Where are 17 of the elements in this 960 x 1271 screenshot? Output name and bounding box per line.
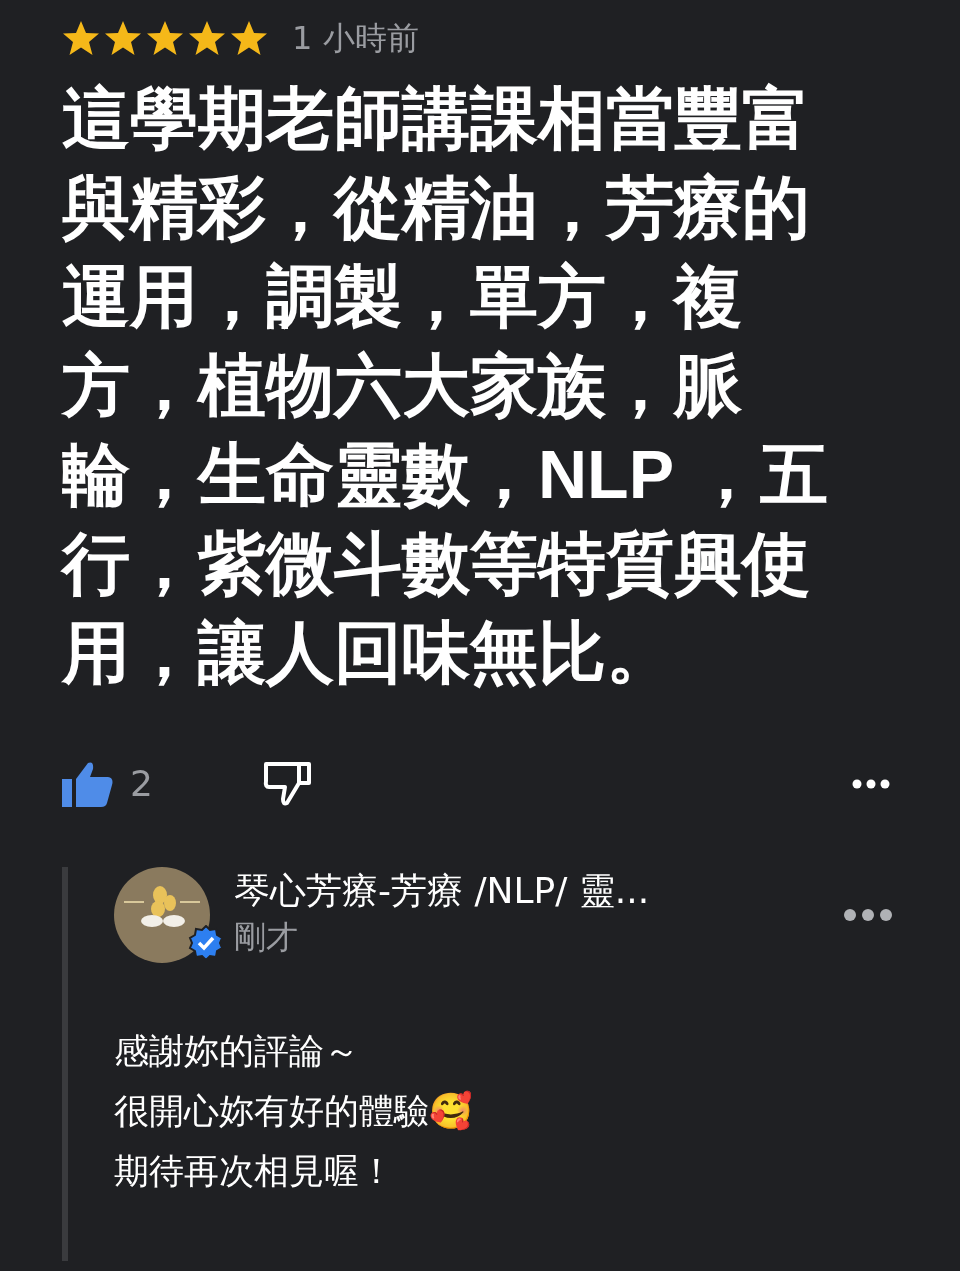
thumbs-up-icon[interactable] — [62, 761, 114, 807]
review-time: 1 小時前 — [292, 18, 419, 59]
review-text: 這學期老師講課相當豐富與精彩，從精油，芳療的運用，調製，單方，複方，植物六大家族，脈輪，生命靈數，NLP ，五行，紫微斗數等特質興使用，讓人回味無比。 — [62, 79, 829, 692]
star-icon — [104, 20, 142, 56]
reply-text: 感謝妳的評論～ — [114, 1030, 360, 1073]
more-icon[interactable] — [852, 779, 890, 789]
star-icon — [62, 20, 100, 56]
reply-text: 期待再次相見喔！ — [114, 1150, 395, 1193]
star-icon — [146, 20, 184, 56]
star-icon — [188, 20, 226, 56]
author-name[interactable]: 琴心芳療-芳療 /NLP/ 靈... — [234, 869, 844, 913]
more-icon[interactable] — [844, 909, 892, 921]
reply-time: 剛才 — [234, 917, 299, 958]
reply-text: 很開心妳有好的體驗🥰 — [114, 1089, 474, 1133]
like-count: 2 — [130, 762, 153, 806]
star-icon — [230, 20, 268, 56]
thumbs-down-icon[interactable] — [262, 761, 313, 807]
